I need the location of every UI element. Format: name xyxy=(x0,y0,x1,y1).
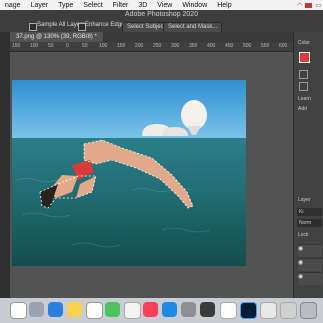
sample-all-layers-checkbox[interactable] xyxy=(29,23,37,31)
document-image[interactable] xyxy=(12,80,246,266)
preview-icon[interactable] xyxy=(260,302,277,319)
learn-panel-title[interactable]: Learn xyxy=(298,96,311,102)
gradient-icon[interactable] xyxy=(299,82,308,91)
menu-window[interactable]: Window xyxy=(177,2,212,9)
finder-icon[interactable] xyxy=(10,302,27,319)
eye-icon[interactable]: ◉ xyxy=(298,274,303,280)
wifi-icon[interactable]: ◠ xyxy=(297,2,302,9)
ruler-tick: 100 xyxy=(30,43,39,49)
ruler-tick: 100 xyxy=(99,43,108,49)
ruler-tick: 150 xyxy=(117,43,126,49)
safari-icon[interactable] xyxy=(48,302,63,317)
eye-icon[interactable]: ◉ xyxy=(298,260,303,266)
document-tab[interactable]: 37.png @ 130% (39, RGB/8) * xyxy=(10,32,103,42)
layers-panel-title[interactable]: Layer xyxy=(298,197,311,203)
battery-icon[interactable]: ▭ xyxy=(315,2,321,9)
layer-row[interactable]: ◉ xyxy=(298,272,322,285)
ruler-tick: 500 xyxy=(243,43,252,49)
menu-help[interactable]: Help xyxy=(212,2,236,9)
menu-select[interactable]: Select xyxy=(78,2,107,9)
blend-mode-select[interactable]: Norm xyxy=(297,219,322,227)
menu-type[interactable]: Type xyxy=(53,2,78,9)
ruler-tick: 450 xyxy=(225,43,234,49)
ruler-tick: 50 xyxy=(82,43,88,49)
layer-row[interactable]: ◉ xyxy=(298,244,322,257)
settings-icon[interactable] xyxy=(181,302,196,317)
window-title: Adobe Photoshop 2020 xyxy=(124,11,199,18)
eye-icon[interactable]: ◉ xyxy=(298,246,303,252)
launchpad-icon[interactable] xyxy=(29,302,44,317)
foreground-color-swatch[interactable] xyxy=(299,52,310,63)
ruler-tick: 350 xyxy=(189,43,198,49)
ruler-tick: 600 xyxy=(279,43,288,49)
flag-icon[interactable] xyxy=(305,2,313,8)
music-icon[interactable] xyxy=(143,302,158,317)
app-store-icon[interactable] xyxy=(162,302,177,317)
sky xyxy=(12,80,246,142)
ruler-tick: 550 xyxy=(261,43,270,49)
trash-icon[interactable] xyxy=(300,302,317,319)
swatch-icon[interactable] xyxy=(299,70,308,79)
chrome-icon[interactable] xyxy=(220,302,237,319)
menu-image[interactable]: nage xyxy=(0,2,26,9)
menu-filter[interactable]: Filter xyxy=(108,2,134,9)
photo-svg xyxy=(12,80,246,266)
status-icons: ◠ ▭ xyxy=(297,0,321,10)
calendar-icon[interactable] xyxy=(86,302,103,319)
ruler-tick: 400 xyxy=(207,43,216,49)
menu-view[interactable]: View xyxy=(152,2,177,9)
color-panel-title[interactable]: Color xyxy=(298,40,310,46)
photoshop-icon[interactable] xyxy=(240,302,257,319)
ruler-tick: 150 xyxy=(12,43,21,49)
photos-icon[interactable] xyxy=(124,302,141,319)
top-ruler: 150 100 50 0 50 100 150 200 250 300 350 … xyxy=(10,42,293,52)
terminal-icon[interactable] xyxy=(200,302,215,317)
options-bar: Adobe Photoshop 2020 Sample All Layers E… xyxy=(0,10,323,33)
menu-3d[interactable]: 3D xyxy=(133,2,152,9)
menu-bar: nage Layer Type Select Filter 3D View Wi… xyxy=(0,0,323,10)
ruler-tick: 250 xyxy=(153,43,162,49)
enhance-edge-label: Enhance Edge xyxy=(85,22,125,28)
notes-icon[interactable] xyxy=(67,302,82,317)
document-tabs: 37.png @ 130% (39, RGB/8) * xyxy=(10,32,323,42)
menu-layer[interactable]: Layer xyxy=(26,2,54,9)
ruler-tick: 200 xyxy=(135,43,144,49)
ruler-tick: 0 xyxy=(66,43,69,49)
learn-panel-text: Add xyxy=(298,106,307,112)
right-panels: Color Learn Add Layer Ki Norm Lock ◉ ◉ ◉ xyxy=(293,32,323,298)
ruler-tick: 300 xyxy=(171,43,180,49)
ruler-tick: 50 xyxy=(48,43,54,49)
lock-label: Lock xyxy=(298,232,309,238)
downloads-icon[interactable] xyxy=(280,302,297,319)
layers-filter-field[interactable]: Ki xyxy=(297,208,322,216)
facetime-icon[interactable] xyxy=(105,302,120,317)
layer-row[interactable]: ◉ xyxy=(298,258,322,271)
